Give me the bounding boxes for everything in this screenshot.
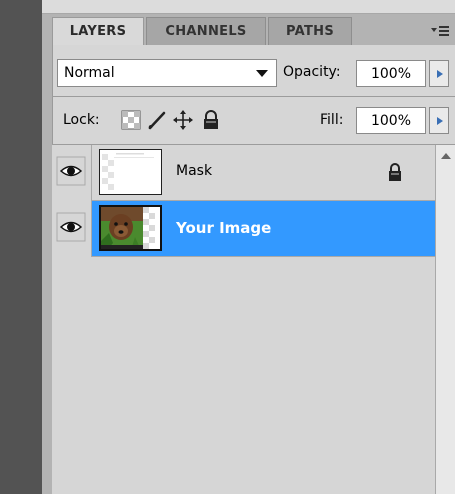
visibility-toggle[interactable] <box>52 201 92 257</box>
lock-label: Lock: <box>63 112 100 128</box>
panel-menu-icon[interactable] <box>430 24 450 38</box>
dock-strip <box>0 0 42 494</box>
opacity-input[interactable]: 100% <box>356 60 426 87</box>
layer-row-your-image[interactable]: Your Image <box>52 201 435 257</box>
panel-title-bar[interactable] <box>42 0 455 14</box>
chevron-right-icon <box>437 70 443 78</box>
layers-list: Mask Your Image <box>52 145 435 494</box>
layer-name: Your Image <box>176 219 272 237</box>
chevron-down-icon <box>256 70 268 77</box>
layer-thumbnail <box>99 205 162 251</box>
eye-icon <box>56 212 86 242</box>
layer-row-mask[interactable]: Mask <box>52 145 435 201</box>
tab-paths[interactable]: PATHS <box>268 17 352 45</box>
lock-position-icon[interactable] <box>172 109 194 131</box>
fill-input[interactable]: 100% <box>356 107 426 134</box>
blend-mode-select[interactable]: Normal <box>57 59 277 87</box>
panel-tabs: LAYERS CHANNELS PATHS <box>52 17 455 45</box>
fill-slider-button[interactable] <box>429 107 449 134</box>
tab-channels[interactable]: CHANNELS <box>146 17 266 45</box>
fill-label: Fill: <box>320 112 344 128</box>
blend-mode-value: Normal <box>64 65 115 81</box>
layer-name: Mask <box>176 163 213 179</box>
opacity-label: Opacity: <box>283 64 341 80</box>
layers-scrollbar[interactable] <box>435 145 455 494</box>
lock-transparent-pixels-icon[interactable] <box>120 109 142 131</box>
tab-layers[interactable]: LAYERS <box>52 17 144 45</box>
chevron-right-icon <box>437 117 443 125</box>
lock-icon <box>386 162 404 182</box>
layer-thumbnail <box>99 149 162 195</box>
eye-icon <box>56 156 86 186</box>
lock-image-pixels-icon[interactable] <box>146 109 168 131</box>
scroll-up-arrow-icon[interactable] <box>441 153 451 159</box>
visibility-toggle[interactable] <box>52 145 92 201</box>
lock-all-icon[interactable] <box>200 109 222 131</box>
opacity-slider-button[interactable] <box>429 60 449 87</box>
divider <box>52 96 455 97</box>
